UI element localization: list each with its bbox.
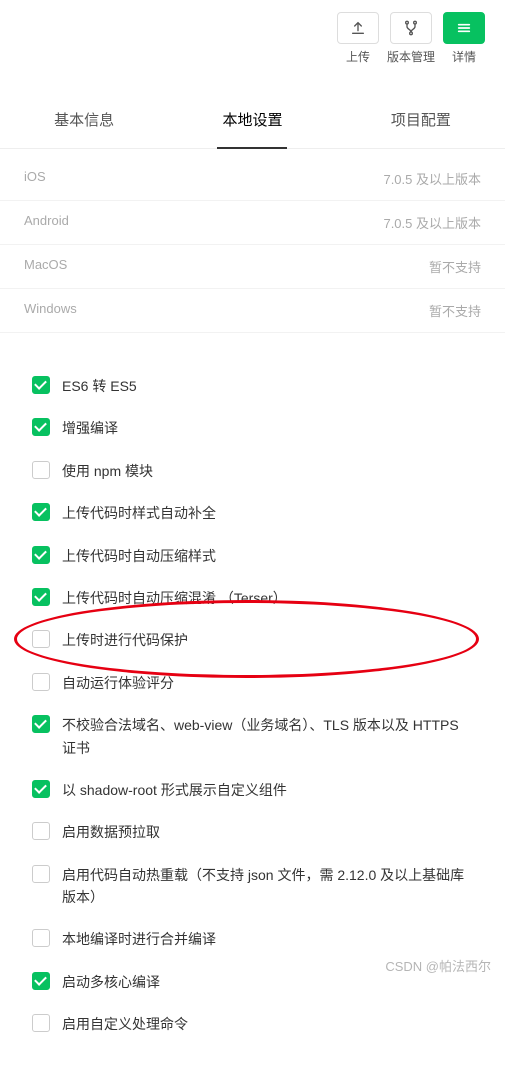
checkbox[interactable] (32, 630, 50, 648)
checkbox[interactable] (32, 546, 50, 564)
platform-value: 暂不支持 (429, 301, 481, 320)
option-label: 以 shadow-root 形式展示自定义组件 (62, 779, 287, 801)
platform-name: Windows (24, 301, 77, 320)
platform-list: iOS 7.0.5 及以上版本 Android 7.0.5 及以上版本 MacOS 暂… (0, 149, 505, 341)
checkbox[interactable] (32, 376, 50, 394)
tab-basic[interactable]: 基本信息 (0, 91, 168, 148)
option-compress-style: 上传代码时自动压缩样式 (32, 535, 473, 577)
upload-item: 上传 (337, 12, 379, 65)
platform-name: Android (24, 213, 69, 232)
platform-value: 7.0.5 及以上版本 (383, 169, 481, 188)
checkbox[interactable] (32, 461, 50, 479)
menu-icon (456, 20, 472, 36)
details-label: 详情 (452, 48, 476, 65)
checkbox[interactable] (32, 1014, 50, 1032)
option-label: 启动多核心编译 (62, 971, 160, 993)
option-label: 启用代码自动热重载（不支持 json 文件，需 2.12.0 及以上基础库版本） (62, 864, 473, 909)
option-label: 使用 npm 模块 (62, 460, 153, 482)
tab-project[interactable]: 项目配置 (337, 91, 505, 148)
checkbox[interactable] (32, 780, 50, 798)
option-data-prefetch: 启用数据预拉取 (32, 811, 473, 853)
version-button[interactable] (390, 12, 432, 44)
platform-value: 暂不支持 (429, 257, 481, 276)
branch-icon (403, 20, 419, 36)
option-label: ES6 转 ES5 (62, 375, 137, 397)
option-style-autocomplete: 上传代码时样式自动补全 (32, 492, 473, 534)
upload-icon (350, 20, 366, 36)
upload-button[interactable] (337, 12, 379, 44)
option-code-protect: 上传时进行代码保护 (32, 619, 473, 661)
watermark: CSDN @帕法西尔 (385, 956, 491, 975)
option-hot-reload: 启用代码自动热重载（不支持 json 文件，需 2.12.0 及以上基础库版本） (32, 854, 473, 919)
version-item: 版本管理 (387, 12, 435, 65)
platform-row: MacOS 暂不支持 (0, 245, 505, 289)
version-label: 版本管理 (387, 48, 435, 65)
option-merge-compile: 本地编译时进行合并编译 (32, 918, 473, 960)
platform-value: 7.0.5 及以上版本 (383, 213, 481, 232)
option-label: 自动运行体验评分 (62, 672, 174, 694)
option-label: 上传时进行代码保护 (62, 629, 188, 651)
platform-row: Windows 暂不支持 (0, 289, 505, 333)
checkbox[interactable] (32, 929, 50, 947)
checkbox[interactable] (32, 418, 50, 436)
option-label: 启用自定义处理命令 (62, 1013, 188, 1035)
toolbar: 上传 版本管理 详情 (0, 0, 505, 71)
option-es6: ES6 转 ES5 (32, 365, 473, 407)
option-custom-cmd: 启用自定义处理命令 (32, 1003, 473, 1045)
option-enhance-compile: 增强编译 (32, 407, 473, 449)
details-button[interactable] (443, 12, 485, 44)
option-auto-audit: 自动运行体验评分 (32, 662, 473, 704)
upload-label: 上传 (346, 48, 370, 65)
option-label: 上传代码时自动压缩混淆 （Terser） (62, 587, 287, 609)
details-item: 详情 (443, 12, 485, 65)
checkbox[interactable] (32, 822, 50, 840)
platform-name: iOS (24, 169, 46, 188)
checkbox[interactable] (32, 503, 50, 521)
option-label: 增强编译 (62, 417, 118, 439)
option-label: 上传代码时样式自动补全 (62, 502, 216, 524)
option-terser: 上传代码时自动压缩混淆 （Terser） (32, 577, 473, 619)
checkbox[interactable] (32, 865, 50, 883)
platform-name: MacOS (24, 257, 67, 276)
checkbox[interactable] (32, 673, 50, 691)
option-label: 本地编译时进行合并编译 (62, 928, 216, 950)
checkbox[interactable] (32, 588, 50, 606)
tabs: 基本信息 本地设置 项目配置 (0, 91, 505, 149)
tab-local[interactable]: 本地设置 (168, 91, 336, 148)
option-npm: 使用 npm 模块 (32, 450, 473, 492)
checkbox[interactable] (32, 715, 50, 733)
option-label: 上传代码时自动压缩样式 (62, 545, 216, 567)
option-label: 启用数据预拉取 (62, 821, 160, 843)
option-label: 不校验合法域名、web-view（业务域名）、TLS 版本以及 HTTPS 证书 (62, 714, 473, 759)
option-shadow-root: 以 shadow-root 形式展示自定义组件 (32, 769, 473, 811)
platform-row: iOS 7.0.5 及以上版本 (0, 157, 505, 201)
platform-row: Android 7.0.5 及以上版本 (0, 201, 505, 245)
option-no-verify-domain: 不校验合法域名、web-view（业务域名）、TLS 版本以及 HTTPS 证书 (32, 704, 473, 769)
